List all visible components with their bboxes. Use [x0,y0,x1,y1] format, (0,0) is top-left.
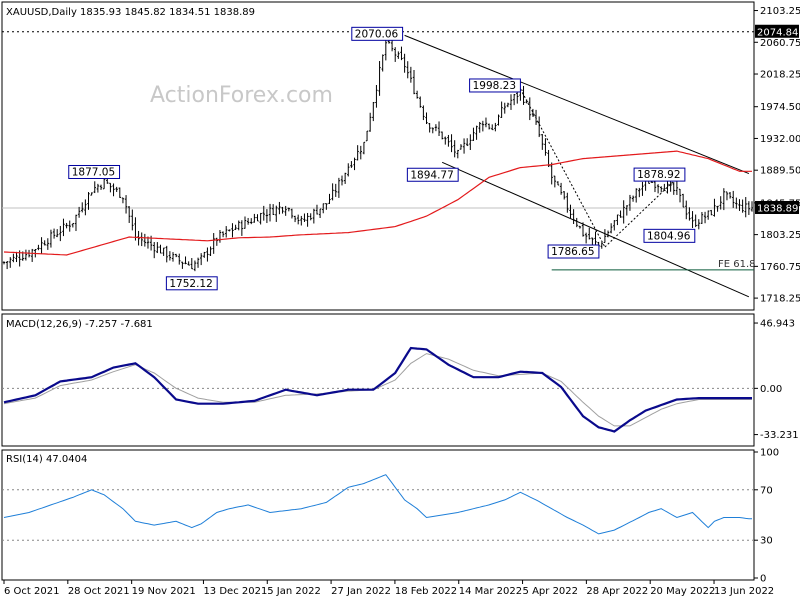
x-tick-label: 28 Oct 2021 [68,586,130,597]
fe-level-label: FE 61.8 [718,259,756,270]
x-tick-label: 13 Jun 2022 [714,586,774,597]
x-tick-label: 6 Oct 2021 [4,586,59,597]
rsi-tick-label: 70 [760,485,773,496]
price-annotation-label: 2070.06 [355,28,399,40]
rsi-tick-label: 0 [760,574,766,585]
price-tick-label: 2060.75 [760,38,800,49]
rsi-tick-label: 100 [760,448,779,459]
x-tick-label: 18 Feb 2022 [395,586,457,597]
last-price-value: 1838.89 [757,203,798,214]
chart-canvas: ActionForex.com XAUUSD,Daily 1835.93 184… [0,0,800,600]
x-tick-label: 20 May 2022 [650,586,715,597]
price-annotation-label: 1804.96 [647,230,691,242]
x-tick-label: 27 Jan 2022 [331,586,391,597]
macd-tick-label: 46.943 [760,319,795,330]
x-tick-label: 14 Mar 2022 [459,586,522,597]
x-tick-label: 5 Jan 2022 [267,586,321,597]
price-tick-label: 2103.25 [760,6,800,17]
macd-tick-label: -33.231 [760,430,799,441]
price-tick-label: 1889.50 [760,166,800,177]
price-annotation-label: 1786.65 [551,246,594,258]
x-tick-label: 28 Apr 2022 [586,586,648,597]
price-tick-label: 1803.25 [760,230,800,241]
price-tick-label: 1718.25 [760,294,800,305]
macd-tick-label: 0.00 [760,384,782,395]
price-annotation-label: 1877.05 [72,166,115,178]
x-tick-label: 19 Nov 2021 [132,586,196,597]
chart-background [0,0,800,600]
price-annotation-label: 1752.12 [169,278,212,290]
watermark: ActionForex.com [150,83,333,108]
price-tick-label: 2018.25 [760,70,800,81]
price-annotation-label: 1878.92 [637,169,680,181]
macd-panel-title: MACD(12,26,9) -7.257 -7.681 [6,319,153,330]
price-tick-label: 1974.50 [760,102,800,113]
price-annotation-label: 1894.77 [410,169,453,181]
reference-level-value: 2074.84 [757,27,798,38]
x-tick-label: 5 Apr 2022 [523,586,578,597]
rsi-panel-title: RSI(14) 47.0404 [6,454,87,465]
rsi-tick-label: 30 [760,536,773,547]
price-tick-label: 1932.00 [760,134,800,145]
price-annotation-label: 1998.23 [473,80,516,92]
x-tick-label: 13 Dec 2021 [203,586,267,597]
price-tick-label: 1760.75 [760,262,800,273]
price-panel-title: XAUUSD,Daily 1835.93 1845.82 1834.51 183… [6,7,255,18]
